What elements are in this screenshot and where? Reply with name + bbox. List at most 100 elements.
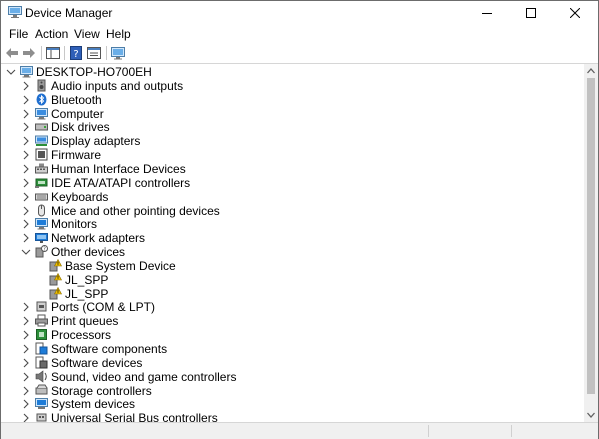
- tree-device-base-system-device[interactable]: Base System Device: [2, 258, 583, 273]
- tree-item-label: JL_SPP: [65, 272, 109, 287]
- menu-file[interactable]: File: [9, 27, 28, 41]
- device-manager-window: Device Manager File Action View Help ? D…: [0, 0, 599, 439]
- tree-item-label: Sound, video and game controllers: [51, 369, 237, 384]
- tree-category-software-devices[interactable]: Software devices: [2, 356, 583, 370]
- tree-item-label: DESKTOP-HO700EH: [36, 65, 152, 79]
- chevron-right-icon[interactable]: [21, 206, 31, 216]
- chevron-right-icon[interactable]: [21, 316, 31, 326]
- chevron-down-icon[interactable]: [21, 247, 31, 257]
- menu-action[interactable]: Action: [35, 27, 68, 41]
- tree-root-computer[interactable]: DESKTOP-HO700EH: [2, 65, 583, 79]
- chevron-right-icon[interactable]: [21, 136, 31, 146]
- device-manager-app-icon: [8, 6, 22, 18]
- menu-view[interactable]: View: [74, 27, 100, 41]
- chevron-right-icon[interactable]: [21, 219, 31, 229]
- chevron-right-icon[interactable]: [21, 372, 31, 382]
- minimize-icon: [482, 13, 492, 14]
- tree-category-network-adapters[interactable]: Network adapters: [2, 231, 583, 245]
- vertical-scrollbar[interactable]: [584, 64, 598, 422]
- menu-help[interactable]: Help: [106, 27, 131, 41]
- minimize-button[interactable]: [465, 1, 509, 25]
- chevron-right-icon[interactable]: [21, 192, 31, 202]
- tree-item-label: Processors: [51, 328, 112, 343]
- tree-category-other-devices[interactable]: ? Other devices: [2, 245, 583, 259]
- tree-item-label: Bluetooth: [51, 92, 102, 107]
- tree-category-mice-and-other-pointing-devices[interactable]: Mice and other pointing devices: [2, 204, 583, 218]
- back-arrow-icon: [6, 48, 18, 58]
- tree-item-label: Computer: [51, 106, 104, 121]
- tree-item-label: Audio inputs and outputs: [51, 78, 184, 93]
- tree-category-monitors[interactable]: Monitors: [2, 217, 583, 231]
- window-title: Device Manager: [25, 6, 113, 20]
- chevron-right-icon[interactable]: [21, 178, 31, 188]
- computer-icon: [35, 107, 48, 120]
- chevron-right-icon[interactable]: [21, 330, 31, 340]
- tree-category-keyboards[interactable]: Keyboards: [2, 190, 583, 204]
- show-hide-console-tree-button[interactable]: [45, 45, 61, 61]
- tree-item-label: Network adapters: [51, 231, 146, 246]
- tree-category-ide-ata-atapi-controllers[interactable]: IDE ATA/ATAPI controllers: [2, 176, 583, 190]
- tree-category-firmware[interactable]: Firmware: [2, 148, 583, 162]
- back-button[interactable]: [4, 45, 20, 61]
- tree-item-label: Storage controllers: [51, 383, 152, 398]
- tree-category-sound-video-and-game-controllers[interactable]: Sound, video and game controllers: [2, 370, 583, 384]
- chevron-right-icon[interactable]: [21, 81, 31, 91]
- tree-category-display-adapters[interactable]: Display adapters: [2, 134, 583, 148]
- tree-category-storage-controllers[interactable]: Storage controllers: [2, 384, 583, 398]
- hid-icon: [35, 163, 48, 174]
- console-tree-icon: [46, 47, 60, 59]
- tree-category-human-interface-devices[interactable]: Human Interface Devices: [2, 162, 583, 176]
- storage-controller-icon: [35, 384, 48, 395]
- forward-button[interactable]: [21, 45, 37, 61]
- maximize-button[interactable]: [509, 1, 553, 25]
- chevron-right-icon[interactable]: [21, 122, 31, 132]
- help-button[interactable]: ?: [68, 45, 84, 61]
- speaker-icon: [37, 79, 46, 92]
- tree-item-label: Monitors: [51, 217, 98, 232]
- printer-icon: [35, 314, 48, 327]
- properties-button[interactable]: [86, 45, 102, 61]
- tree-device-jl-spp[interactable]: JL_SPP: [2, 272, 583, 287]
- tree-category-print-queues[interactable]: Print queues: [2, 314, 583, 328]
- chevron-right-icon[interactable]: [21, 358, 31, 368]
- svg-text:?: ?: [43, 247, 46, 253]
- chevron-right-icon[interactable]: [21, 109, 31, 119]
- tree-category-disk-drives[interactable]: Disk drives: [2, 120, 583, 134]
- close-button[interactable]: [553, 1, 597, 25]
- device-tree[interactable]: DESKTOP-HO700EH Audio inputs and outputs B…: [2, 64, 583, 422]
- tree-category-computer[interactable]: Computer: [2, 107, 583, 121]
- scroll-down-icon[interactable]: [587, 411, 595, 419]
- tree-item-label: IDE ATA/ATAPI controllers: [51, 175, 191, 190]
- tree-category-system-devices[interactable]: System devices: [2, 397, 583, 411]
- scrollbar-thumb[interactable]: [587, 78, 595, 394]
- tree-category-universal-serial-bus-controllers[interactable]: Universal Serial Bus controllers: [2, 411, 583, 422]
- tree-item-label: Ports (COM & LPT): [51, 300, 156, 315]
- menu-bar: File Action View Help: [1, 25, 598, 43]
- tree-category-software-components[interactable]: Software components: [2, 342, 583, 356]
- tree-category-audio-inputs-and-outputs[interactable]: Audio inputs and outputs: [2, 79, 583, 93]
- chevron-right-icon[interactable]: [21, 302, 31, 312]
- title-bar[interactable]: Device Manager: [1, 1, 598, 25]
- processor-icon: [36, 329, 47, 341]
- chevron-right-icon[interactable]: [21, 164, 31, 174]
- chevron-right-icon[interactable]: [21, 413, 31, 422]
- tree-category-ports-com-lpt[interactable]: Ports (COM & LPT): [2, 300, 583, 314]
- chevron-right-icon[interactable]: [21, 233, 31, 243]
- tree-device-jl-spp[interactable]: JL_SPP: [2, 286, 583, 301]
- toolbar-separator: [41, 46, 42, 60]
- tree-item-label: System devices: [51, 397, 136, 412]
- chevron-right-icon[interactable]: [21, 344, 31, 354]
- status-divider: [428, 425, 429, 437]
- tree-category-bluetooth[interactable]: Bluetooth: [2, 93, 583, 107]
- root-computer-icon: [20, 66, 33, 78]
- chevron-right-icon[interactable]: [21, 386, 31, 396]
- chevron-right-icon[interactable]: [21, 399, 31, 409]
- chevron-down-icon[interactable]: [6, 67, 16, 77]
- tree-item-label: Display adapters: [51, 134, 141, 149]
- scroll-up-icon[interactable]: [587, 67, 595, 75]
- scan-hardware-button[interactable]: [110, 45, 126, 61]
- tree-item-label: Disk drives: [51, 120, 110, 135]
- chevron-right-icon[interactable]: [21, 95, 31, 105]
- tree-category-processors[interactable]: Processors: [2, 328, 583, 342]
- chevron-right-icon[interactable]: [21, 150, 31, 160]
